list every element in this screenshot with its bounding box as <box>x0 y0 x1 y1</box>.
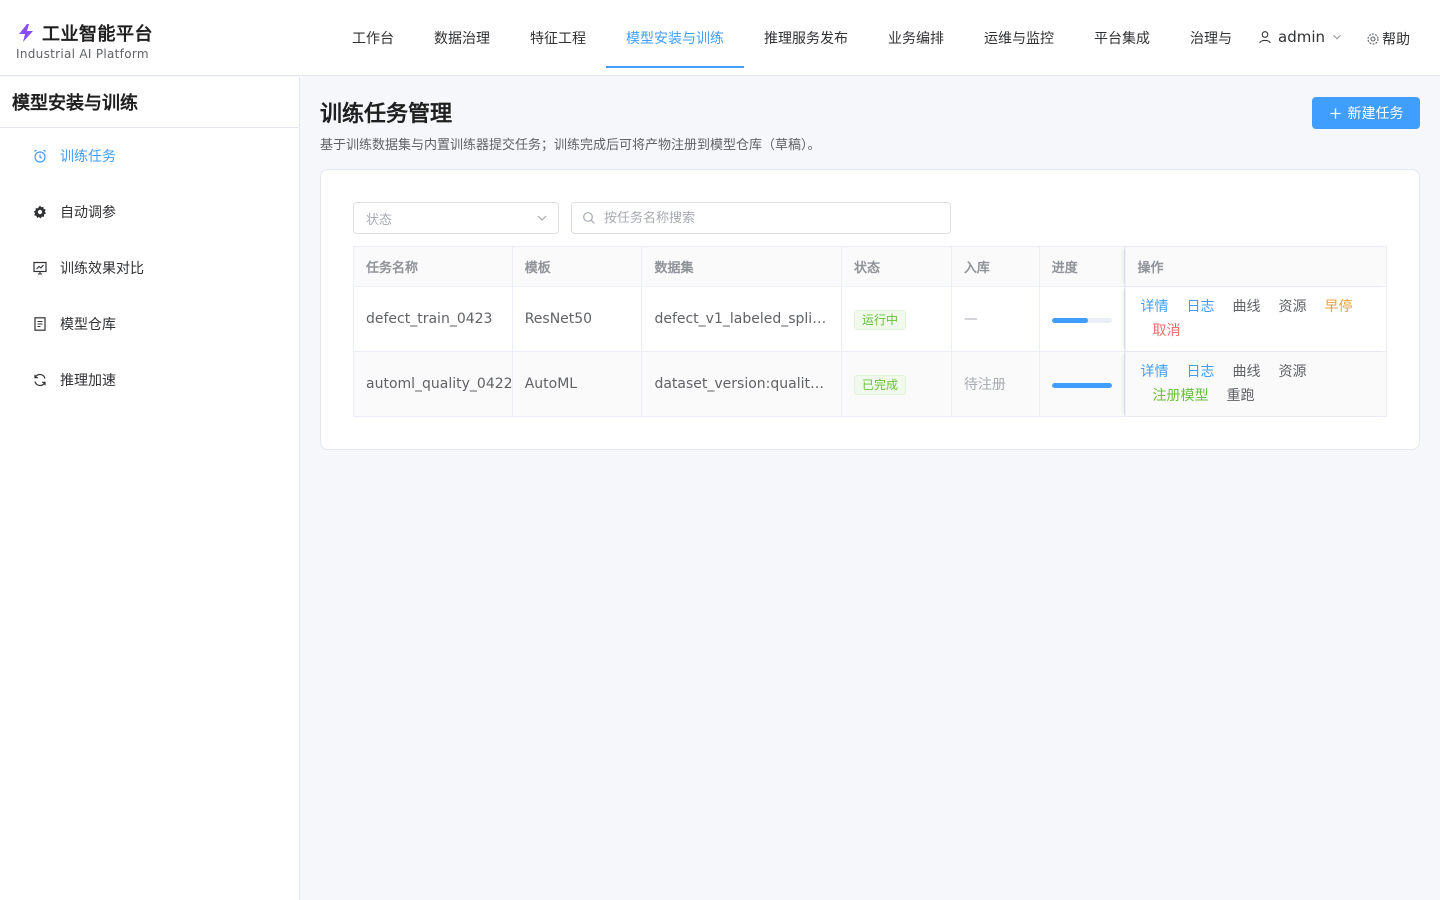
page-description: 基于训练数据集与内置训练器提交任务；训练完成后可将产物注册到模型仓库（草稿）。 <box>320 138 821 153</box>
sidebar-item-label: 训练效果对比 <box>60 261 144 277</box>
task-actions: 详情 日志 曲线 资源 早停 取消 <box>1124 287 1386 351</box>
task-dataset: defect_v1_labeled_split_0423 <box>642 287 843 351</box>
register-model-link[interactable]: 注册模型 <box>1153 387 1209 405</box>
column-header-status: 状态 <box>842 247 952 286</box>
page-title: 训练任务管理 <box>320 102 453 127</box>
sidebar-item-training-compare[interactable]: 训练效果对比 <box>0 240 299 296</box>
document-icon <box>32 316 48 332</box>
curve-link[interactable]: 曲线 <box>1233 363 1261 381</box>
sidebar-item-label: 推理加速 <box>60 373 116 389</box>
task-name: defect_train_0423 <box>354 287 513 351</box>
nav-item-ops-monitoring[interactable]: 运维与监控 <box>964 0 1074 76</box>
alarm-clock-icon <box>32 148 48 164</box>
table-row: defect_train_0423 ResNet50 defect_v1_lab… <box>354 287 1386 352</box>
resources-link[interactable]: 资源 <box>1279 363 1307 381</box>
user-menu[interactable]: admin <box>1258 28 1343 46</box>
nav-item-governance[interactable]: 治理与 <box>1170 0 1240 76</box>
task-card: 状态 任务名称 模板 数据集 状态 入库 进度 操作 defect_train_… <box>320 169 1420 450</box>
brand-logo[interactable]: 工业智能平台 Industrial AI Platform <box>16 20 153 61</box>
status-badge: 运行中 <box>854 310 907 330</box>
status-badge: 已完成 <box>854 375 907 395</box>
user-icon <box>1259 31 1271 44</box>
task-progress <box>1040 352 1125 416</box>
task-dataset-text: defect_v1_labeled_split_0423 <box>654 311 829 327</box>
nav-item-workbench[interactable]: 工作台 <box>332 0 414 76</box>
sidebar-item-inference-accel[interactable]: 推理加速 <box>0 352 299 408</box>
progress-bar-fill <box>1051 317 1088 323</box>
gear-icon <box>32 204 48 220</box>
help-link[interactable]: 帮助 <box>1366 29 1410 49</box>
task-registry: — <box>952 287 1040 351</box>
column-header-name: 任务名称 <box>354 247 513 286</box>
rerun-link[interactable]: 重跑 <box>1227 387 1255 405</box>
nav-item-feature-engineering[interactable]: 特征工程 <box>510 0 606 76</box>
column-header-dataset: 数据集 <box>642 247 843 286</box>
details-link[interactable]: 详情 <box>1141 298 1169 316</box>
sidebar-item-auto-tuning[interactable]: 自动调参 <box>0 184 299 240</box>
sidebar-item-training-tasks[interactable]: 训练任务 <box>0 128 299 184</box>
top-nav: 工作台 数据治理 特征工程 模型安装与训练 推理服务发布 业务编排 运维与监控 … <box>332 0 1240 76</box>
logs-link[interactable]: 日志 <box>1187 298 1215 316</box>
top-header: 工业智能平台 Industrial AI Platform 工作台 数据治理 特… <box>0 0 1440 76</box>
task-name: automl_quality_0422 <box>354 352 513 416</box>
task-template: ResNet50 <box>513 287 643 351</box>
task-dataset: dataset_version:quality_v4 <box>642 352 843 416</box>
status-filter-select[interactable]: 状态 <box>353 202 559 234</box>
logs-link[interactable]: 日志 <box>1187 363 1215 381</box>
task-status: 已完成 <box>842 352 952 416</box>
search-icon <box>583 212 595 224</box>
search-input[interactable] <box>604 210 934 226</box>
nav-item-orchestration[interactable]: 业务编排 <box>868 0 964 76</box>
user-name: admin <box>1278 28 1325 46</box>
column-header-progress: 进度 <box>1040 247 1125 286</box>
column-header-template: 模板 <box>513 247 643 286</box>
lightning-logo-icon <box>19 24 33 42</box>
table-header-row: 任务名称 模板 数据集 状态 入库 进度 操作 <box>354 247 1386 287</box>
sidebar-menu: 训练任务 自动调参 训练效果对比 模型仓库 推理加速 <box>0 128 299 408</box>
chevron-down-icon <box>1333 34 1341 40</box>
presentation-chart-icon <box>32 260 48 276</box>
curve-link[interactable]: 曲线 <box>1233 298 1261 316</box>
brand-subtitle: Industrial AI Platform <box>16 47 149 61</box>
new-task-button[interactable]: 新建任务 <box>1312 97 1420 129</box>
task-template: AutoML <box>513 352 643 416</box>
column-header-actions: 操作 <box>1124 247 1386 286</box>
table-row: automl_quality_0422 AutoML dataset_versi… <box>354 352 1386 416</box>
task-dataset-text: dataset_version:quality_v4 <box>654 376 830 392</box>
task-status: 运行中 <box>842 287 952 351</box>
sidebar-item-label: 模型仓库 <box>60 317 116 333</box>
sidebar-item-label: 训练任务 <box>60 149 116 165</box>
plus-icon <box>1329 107 1341 119</box>
task-registry: 待注册 <box>952 352 1040 416</box>
sidebar-item-model-repo[interactable]: 模型仓库 <box>0 296 299 352</box>
search-box <box>571 202 951 234</box>
task-actions: 详情 日志 曲线 资源 注册模型 重跑 <box>1124 352 1386 416</box>
chevron-down-icon <box>537 215 547 221</box>
brand-title: 工业智能平台 <box>42 24 153 45</box>
help-label: 帮助 <box>1382 32 1410 48</box>
nav-item-model-training[interactable]: 模型安装与训练 <box>606 0 744 76</box>
progress-bar-fill <box>1051 382 1112 388</box>
column-header-registry: 入库 <box>952 247 1040 286</box>
task-table: 任务名称 模板 数据集 状态 入库 进度 操作 defect_train_042… <box>353 246 1387 417</box>
progress-bar <box>1051 382 1112 388</box>
sidebar: 模型安装与训练 训练任务 自动调参 训练效果对比 模型仓库 推理加速 <box>0 77 300 900</box>
details-link[interactable]: 详情 <box>1141 363 1169 381</box>
refresh-icon <box>32 372 48 388</box>
task-progress <box>1040 287 1125 351</box>
nav-item-data-governance[interactable]: 数据治理 <box>414 0 510 76</box>
cancel-link[interactable]: 取消 <box>1153 322 1181 340</box>
early-stop-link[interactable]: 早停 <box>1325 298 1353 316</box>
sidebar-title: 模型安装与训练 <box>0 77 299 128</box>
progress-bar <box>1051 317 1112 323</box>
status-filter-placeholder: 状态 <box>366 212 393 228</box>
new-task-label: 新建任务 <box>1347 106 1404 122</box>
nav-item-inference-publish[interactable]: 推理服务发布 <box>744 0 868 76</box>
nav-item-platform-integration[interactable]: 平台集成 <box>1074 0 1170 76</box>
resources-link[interactable]: 资源 <box>1279 298 1307 316</box>
gear-icon <box>1367 33 1379 45</box>
sidebar-item-label: 自动调参 <box>60 205 116 221</box>
